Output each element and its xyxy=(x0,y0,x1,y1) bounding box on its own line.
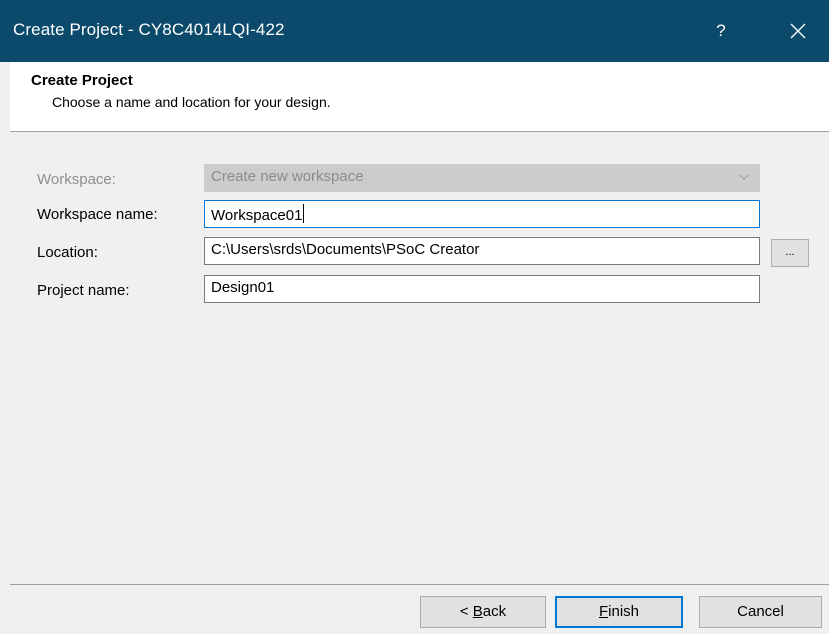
project-name-label: Project name: xyxy=(37,282,130,299)
workspace-name-input[interactable]: Workspace01 xyxy=(204,200,760,228)
workspace-select[interactable]: Create new workspace xyxy=(204,164,760,192)
location-value: C:\Users\srds\Documents\PSoC Creator xyxy=(211,241,480,258)
title-bar: Create Project - CY8C4014LQI-422 ? xyxy=(0,0,829,62)
back-rest: ack xyxy=(482,603,507,620)
create-project-dialog: Create Project - CY8C4014LQI-422 ? Creat… xyxy=(0,0,829,634)
close-button[interactable] xyxy=(775,0,821,62)
page-subtitle: Choose a name and location for your desi… xyxy=(52,94,331,110)
cancel-button[interactable]: Cancel xyxy=(699,596,822,628)
workspace-name-value: Workspace01 xyxy=(211,207,303,224)
workspace-label: Workspace: xyxy=(37,171,116,188)
back-button[interactable]: < Back xyxy=(420,596,546,628)
finish-mnemonic: F xyxy=(598,603,609,620)
workspace-name-label: Workspace name: xyxy=(37,206,158,223)
help-icon: ? xyxy=(716,21,726,40)
project-name-value: Design01 xyxy=(211,279,275,296)
page-title: Create Project xyxy=(31,72,133,89)
button-bar: < Back Finish Cancel xyxy=(10,584,829,634)
back-prefix: < xyxy=(459,603,473,620)
cancel-label: Cancel xyxy=(737,603,784,620)
finish-rest: inish xyxy=(608,603,640,620)
form-area: Workspace: Create new workspace Workspac… xyxy=(10,132,829,584)
finish-button[interactable]: Finish xyxy=(555,596,683,628)
workspace-select-value: Create new workspace xyxy=(211,168,364,185)
chevron-down-icon xyxy=(739,174,749,180)
window-title: Create Project - CY8C4014LQI-422 xyxy=(13,20,285,39)
project-name-input[interactable]: Design01 xyxy=(204,275,760,303)
close-icon xyxy=(790,23,806,39)
help-button[interactable]: ? xyxy=(698,0,744,62)
location-label: Location: xyxy=(37,244,98,261)
location-input[interactable]: C:\Users\srds\Documents\PSoC Creator xyxy=(204,237,760,265)
browse-label: ... xyxy=(785,246,795,258)
wizard-header: Create Project Choose a name and locatio… xyxy=(10,62,829,132)
text-caret xyxy=(303,204,305,223)
browse-button[interactable]: ... xyxy=(771,239,809,267)
back-mnemonic: B xyxy=(472,603,483,620)
